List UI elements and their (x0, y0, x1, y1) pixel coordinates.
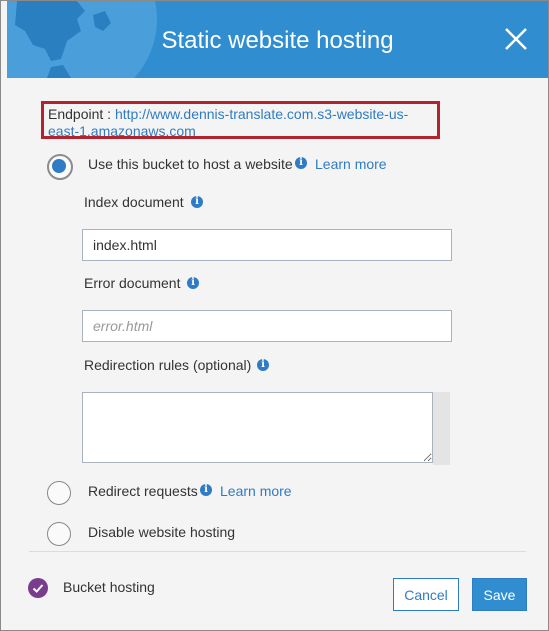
check-circle-icon (28, 578, 48, 598)
info-icon[interactable]: i (295, 157, 307, 169)
static-website-hosting-dialog: Static website hosting Endpoint : http:/… (0, 0, 549, 631)
bucket-hosting-status: Bucket hosting (63, 579, 155, 595)
index-document-input[interactable] (82, 229, 452, 261)
disable-hosting-radio[interactable] (47, 522, 71, 546)
error-document-label: Error document (84, 275, 181, 291)
disable-hosting-label: Disable website hosting (88, 524, 236, 540)
save-button[interactable]: Save (472, 578, 527, 611)
info-icon[interactable]: i (187, 277, 199, 289)
redirection-rules-textarea[interactable] (82, 392, 433, 463)
dialog-header: Static website hosting (7, 1, 548, 78)
host-website-radio[interactable] (47, 154, 73, 180)
footer-divider (29, 551, 526, 552)
dialog-title: Static website hosting (161, 27, 394, 54)
host-website-label: Use this bucket to host a website (88, 156, 293, 172)
redirect-learn-more-link[interactable]: Learn more (220, 483, 292, 500)
close-icon[interactable] (502, 25, 530, 53)
host-learn-more-link[interactable]: Learn more (315, 156, 387, 173)
info-icon[interactable]: i (257, 359, 269, 371)
index-document-label: Index document (84, 194, 184, 210)
redirection-rules-label: Redirection rules (optional) (84, 357, 252, 373)
info-icon[interactable]: i (200, 484, 212, 496)
redirect-requests-label: Redirect requests (88, 483, 198, 499)
endpoint-label: Endpoint : (48, 106, 115, 122)
redirect-requests-radio[interactable] (47, 481, 71, 505)
textarea-scrollbar[interactable] (433, 392, 450, 465)
cancel-button[interactable]: Cancel (393, 578, 459, 611)
info-icon[interactable]: i (191, 196, 203, 208)
error-document-input[interactable] (82, 310, 452, 342)
endpoint-highlight-box: Endpoint : http://www.dennis-translate.c… (41, 101, 440, 139)
